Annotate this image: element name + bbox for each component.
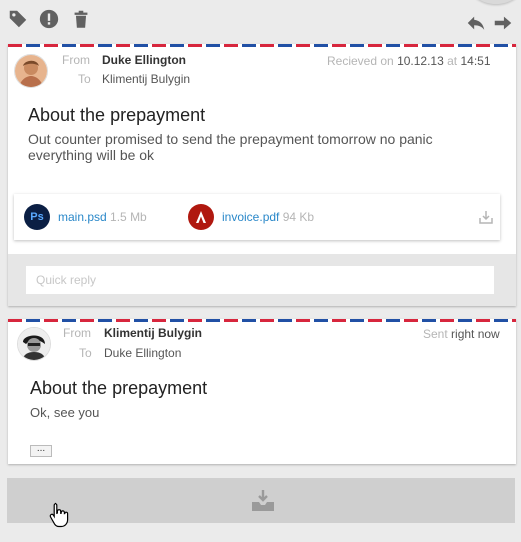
date-prefix: Recieved on — [327, 54, 394, 68]
date-at: at — [447, 54, 458, 68]
to-label: To — [79, 346, 92, 360]
message-text: Ok, see you — [30, 405, 100, 420]
attachment-size: 94 Kb — [282, 210, 315, 224]
message-subject: About the prepayment — [30, 378, 208, 398]
time-value: 14:51 — [460, 54, 491, 68]
reply-icon[interactable] — [465, 12, 487, 34]
date-value: 10.12.13 — [397, 54, 444, 68]
attachment-name[interactable]: main.psd — [58, 210, 107, 224]
forward-icon[interactable] — [492, 12, 514, 34]
trash-icon[interactable] — [70, 8, 92, 30]
recipient-name[interactable]: Klimentij Bulygin — [102, 72, 190, 86]
attachment-link[interactable]: main.psd 1.5 Mb — [58, 210, 147, 224]
attachment-size: 1.5 Mb — [110, 210, 147, 224]
message-subject: About the prepayment — [28, 105, 206, 125]
airmail-border — [8, 44, 516, 47]
inbox-tray-icon — [250, 488, 276, 514]
attachment-name[interactable]: invoice.pdf — [222, 210, 279, 224]
photoshop-file-icon: Ps — [24, 204, 50, 230]
status-prefix: Sent — [423, 327, 448, 341]
show-more-button[interactable]: ... — [30, 444, 52, 457]
report-icon[interactable] — [38, 8, 60, 30]
to-label: To — [78, 72, 91, 86]
hand-cursor-icon — [49, 502, 69, 528]
sent-status: Sent right now — [423, 327, 500, 341]
sender-name[interactable]: Duke Ellington — [102, 53, 186, 67]
received-date: Recieved on 10.12.13 at 14:51 — [327, 54, 491, 68]
attachments-bar: Ps main.psd 1.5 Mb invoice.pdf 94 Kb — [14, 194, 500, 240]
message-text: Out counter promised to send the prepaym… — [28, 131, 433, 163]
download-icon[interactable] — [478, 209, 494, 225]
message-body-area: From Duke Ellington To Klimentij Bulygin… — [8, 44, 516, 254]
avatar — [17, 327, 51, 361]
message-card-2: From Klimentij Bulygin To Duke Ellington… — [8, 319, 516, 464]
from-label: From — [63, 326, 91, 340]
attachment-link[interactable]: invoice.pdf 94 Kb — [222, 210, 314, 224]
tag-icon[interactable] — [7, 8, 29, 30]
sender-name[interactable]: Klimentij Bulygin — [104, 326, 202, 340]
toolbar — [0, 0, 521, 42]
drop-zone[interactable] — [7, 478, 515, 523]
recipient-name[interactable]: Duke Ellington — [104, 346, 181, 360]
message-card-1: From Duke Ellington To Klimentij Bulygin… — [8, 44, 516, 306]
airmail-border — [8, 319, 516, 322]
top-avatar-bubble — [468, 0, 521, 4]
avatar — [14, 54, 48, 88]
status-value: right now — [451, 327, 500, 341]
pdf-file-icon — [188, 204, 214, 230]
quick-reply-input[interactable] — [26, 266, 494, 294]
from-label: From — [62, 53, 90, 67]
